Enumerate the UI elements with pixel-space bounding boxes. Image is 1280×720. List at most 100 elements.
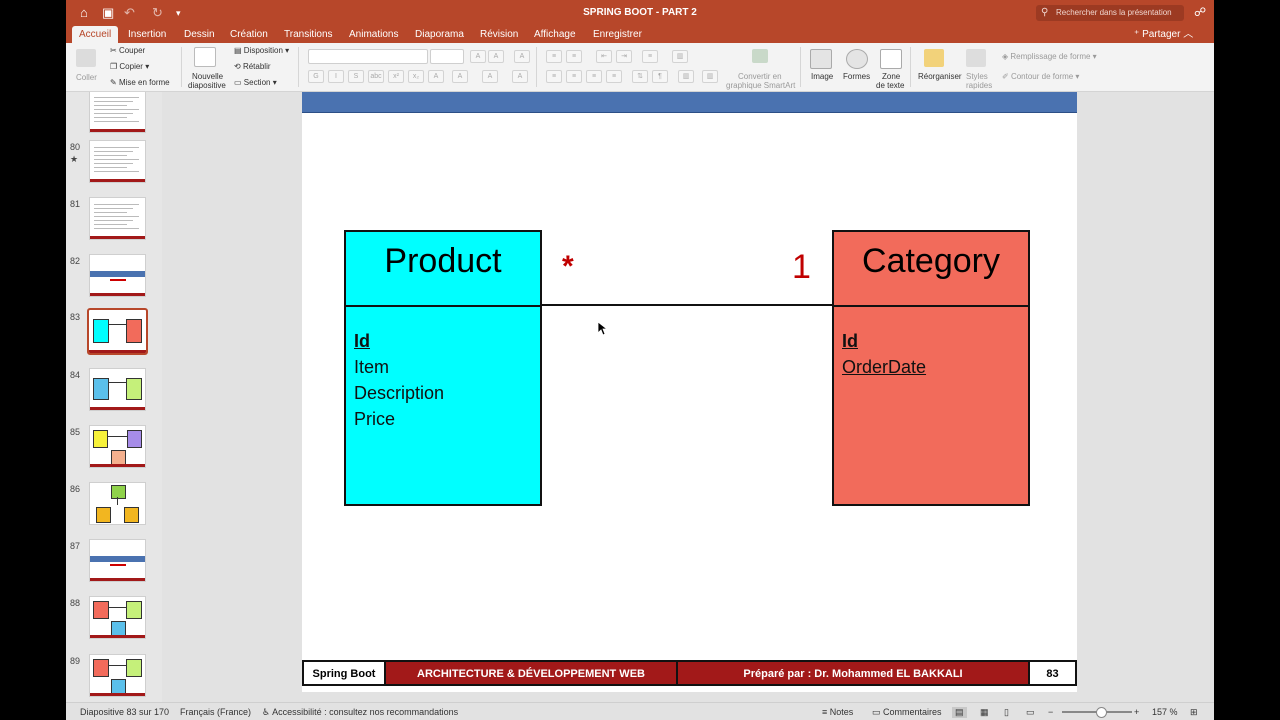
subscript-icon[interactable]: x₂ bbox=[408, 70, 424, 83]
new-slide-label-2[interactable]: diapositive bbox=[188, 81, 226, 90]
columns-icon[interactable]: ▥ bbox=[672, 50, 688, 63]
quick-styles-label-2[interactable]: rapides bbox=[966, 81, 992, 90]
font-size-select[interactable] bbox=[430, 49, 464, 64]
zoom-in-icon[interactable]: + bbox=[1134, 707, 1139, 717]
increase-indent-icon[interactable]: ⇥ bbox=[616, 50, 632, 63]
language-indicator[interactable]: Français (France) bbox=[180, 707, 251, 717]
share-button[interactable]: ⁺ Partager ︿ bbox=[1134, 26, 1193, 43]
section-button[interactable]: ▭ Section ▾ bbox=[234, 78, 277, 87]
slide-thumbnail[interactable] bbox=[89, 596, 146, 639]
highlight-icon[interactable]: A bbox=[452, 70, 468, 83]
slide-thumbnail[interactable] bbox=[89, 254, 146, 297]
strikethrough-icon[interactable]: abc bbox=[368, 70, 384, 83]
notes-button[interactable]: ≡ Notes bbox=[822, 707, 853, 717]
textbox-label-2[interactable]: de texte bbox=[876, 81, 904, 90]
textbox-label-1[interactable]: Zone bbox=[882, 72, 900, 81]
category-entity-box[interactable]: Category Id OrderDate bbox=[832, 230, 1030, 506]
slide-thumbnail[interactable] bbox=[89, 140, 146, 183]
arrange-button[interactable]: Réorganiser bbox=[918, 72, 962, 81]
format-painter-button[interactable]: ✎ Mise en forme bbox=[110, 78, 170, 87]
reading-view-icon[interactable]: ▯ bbox=[1004, 707, 1009, 718]
fit-to-window-icon[interactable]: ⊞ bbox=[1190, 707, 1198, 718]
align-right-icon[interactable]: ≡ bbox=[586, 70, 602, 83]
justify-icon[interactable]: ≡ bbox=[606, 70, 622, 83]
arrange-icon[interactable] bbox=[924, 49, 944, 67]
text-direction-icon[interactable]: ⇅ bbox=[632, 70, 648, 83]
clear-format-icon[interactable]: A bbox=[514, 50, 530, 63]
tab-diaporama[interactable]: Diaporama bbox=[415, 26, 464, 43]
superscript-icon[interactable]: x² bbox=[388, 70, 404, 83]
paste-icon[interactable] bbox=[76, 49, 96, 67]
font-family-select[interactable] bbox=[308, 49, 428, 64]
slide-sorter-icon[interactable]: ▦ bbox=[980, 707, 989, 718]
smartart-label-2[interactable]: graphique SmartArt bbox=[726, 81, 795, 90]
copy-button[interactable]: ❐ Copier ▾ bbox=[110, 62, 149, 71]
shapes-button[interactable]: Formes bbox=[843, 72, 870, 81]
shape-fill-button[interactable]: ◈ Remplissage de forme ▾ bbox=[1002, 52, 1097, 61]
font-color-icon[interactable]: A bbox=[428, 70, 444, 83]
thumbnail-title-band bbox=[90, 271, 145, 277]
tab-dessin[interactable]: Dessin bbox=[184, 26, 215, 43]
tab-accueil[interactable]: Accueil bbox=[72, 26, 119, 43]
bold-icon[interactable]: G bbox=[308, 70, 324, 83]
tab-revision[interactable]: Révision bbox=[480, 26, 518, 43]
textbox-icon[interactable] bbox=[880, 49, 902, 69]
quick-styles-icon[interactable] bbox=[966, 49, 986, 67]
slide-thumbnail[interactable] bbox=[89, 482, 146, 525]
tab-enregistrer[interactable]: Enregistrer bbox=[593, 26, 642, 43]
bullets-icon[interactable]: ≡ bbox=[546, 50, 562, 63]
new-slide-icon[interactable] bbox=[194, 47, 216, 67]
thumbnail-text-line bbox=[94, 117, 127, 118]
slide-thumbnail[interactable] bbox=[89, 92, 146, 133]
comments-button[interactable]: ▭ Commentaires bbox=[872, 707, 942, 718]
underline-icon[interactable]: S bbox=[348, 70, 364, 83]
image-icon[interactable] bbox=[810, 49, 832, 69]
smartart-label-1[interactable]: Convertir en bbox=[738, 72, 782, 81]
accessibility-button[interactable]: ♿︎ Accessibilité : consultez nos recomma… bbox=[262, 707, 458, 718]
zoom-out-icon[interactable]: − bbox=[1048, 707, 1053, 717]
new-slide-label-1[interactable]: Nouvelle bbox=[192, 72, 223, 81]
tab-animations[interactable]: Animations bbox=[349, 26, 398, 43]
italic-icon[interactable]: I bbox=[328, 70, 344, 83]
account-icon[interactable]: ☍ bbox=[1194, 5, 1206, 19]
slide-thumbnail[interactable] bbox=[89, 654, 146, 697]
tab-affichage[interactable]: Affichage bbox=[534, 26, 576, 43]
shape-outline-button[interactable]: ✐ Contour de forme ▾ bbox=[1002, 72, 1079, 81]
zoom-level[interactable]: 157 % bbox=[1152, 707, 1178, 717]
paragraph-icon[interactable]: ¶ bbox=[652, 70, 668, 83]
tab-creation[interactable]: Création bbox=[230, 26, 268, 43]
char-spacing-icon[interactable]: A bbox=[482, 70, 498, 83]
image-button[interactable]: Image bbox=[811, 72, 833, 81]
slide-thumbnail[interactable] bbox=[89, 368, 146, 411]
tab-insertion[interactable]: Insertion bbox=[128, 26, 166, 43]
product-entity-box[interactable]: Product Id Item Description Price bbox=[344, 230, 542, 506]
align-left-icon[interactable]: ≡ bbox=[546, 70, 562, 83]
tab-transitions[interactable]: Transitions bbox=[284, 26, 333, 43]
text-effects-icon[interactable]: A bbox=[512, 70, 528, 83]
align-text-icon[interactable]: ▥ bbox=[678, 70, 694, 83]
zoom-slider-handle[interactable] bbox=[1096, 707, 1107, 718]
grow-font-icon[interactable]: A bbox=[470, 50, 486, 63]
normal-view-icon[interactable]: ▤ bbox=[952, 707, 967, 718]
shrink-font-icon[interactable]: A bbox=[488, 50, 504, 63]
slide-thumbnail[interactable] bbox=[89, 539, 146, 582]
decrease-indent-icon[interactable]: ⇤ bbox=[596, 50, 612, 63]
slideshow-icon[interactable]: ▭ bbox=[1026, 707, 1035, 718]
layout-button[interactable]: ▤ Disposition ▾ bbox=[234, 46, 289, 55]
numbering-icon[interactable]: ≡ bbox=[566, 50, 582, 63]
smartart-icon[interactable] bbox=[752, 49, 768, 63]
slide-thumbnail[interactable] bbox=[87, 308, 148, 355]
align-center-icon[interactable]: ≡ bbox=[566, 70, 582, 83]
ribbon: Coller ✂ Couper ❐ Copier ▾ ✎ Mise en for… bbox=[66, 43, 1214, 92]
shapes-icon[interactable] bbox=[846, 49, 868, 69]
quick-styles-label-1[interactable]: Styles bbox=[966, 72, 988, 81]
search-input[interactable]: ⚲ Rechercher dans la présentation bbox=[1036, 5, 1184, 21]
slide-thumbnail[interactable] bbox=[89, 425, 146, 468]
cut-button[interactable]: ✂ Couper bbox=[110, 46, 145, 55]
line-spacing-icon[interactable]: ≡ bbox=[642, 50, 658, 63]
association-line[interactable] bbox=[542, 304, 834, 306]
columns-icon[interactable]: ▥ bbox=[702, 70, 718, 83]
slide-thumbnail[interactable] bbox=[89, 197, 146, 240]
reset-button[interactable]: ⟲ Rétablir bbox=[234, 62, 271, 71]
paste-button[interactable]: Coller bbox=[76, 73, 97, 82]
